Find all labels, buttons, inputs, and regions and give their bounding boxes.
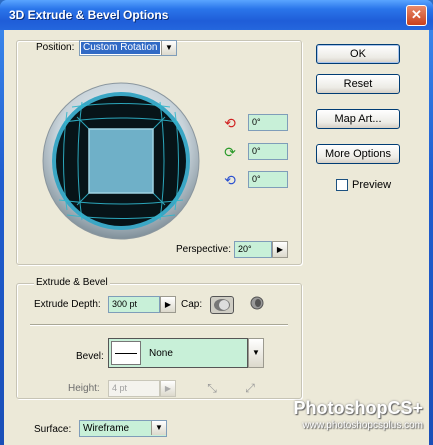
close-button[interactable]: ✕ bbox=[406, 5, 427, 26]
position-dropdown[interactable]: Custom Rotation ▼ bbox=[79, 40, 177, 56]
position-value: Custom Rotation bbox=[81, 42, 160, 54]
position-label: Position: bbox=[34, 42, 77, 53]
cap-off-icon[interactable] bbox=[247, 296, 267, 314]
extrude-depth-field[interactable]: 300 pt bbox=[108, 296, 160, 313]
preview-checkbox[interactable] bbox=[336, 179, 348, 191]
perspective-arrow-button[interactable]: ▶ bbox=[272, 241, 288, 258]
surface-value: Wireframe bbox=[83, 423, 130, 434]
reset-button[interactable]: Reset bbox=[316, 74, 400, 94]
bevel-value: None bbox=[149, 348, 173, 359]
divider bbox=[30, 324, 288, 325]
bevel-extent-out-icon[interactable]: ⤢ bbox=[240, 379, 260, 397]
y-axis-rotate-icon: ⟳ bbox=[224, 144, 236, 160]
bevel-preview-swatch bbox=[111, 341, 141, 365]
cube-front-face bbox=[88, 128, 154, 194]
bevel-dropdown-arrow[interactable]: ▼ bbox=[248, 338, 264, 368]
preview-label: Preview bbox=[352, 179, 392, 191]
chevron-down-icon: ▼ bbox=[151, 421, 166, 435]
watermark-brand: PhotoshopCS+ bbox=[293, 398, 424, 418]
chevron-down-icon: ▼ bbox=[161, 41, 176, 55]
x-angle-field[interactable]: 0° bbox=[248, 114, 288, 131]
z-axis-rotate-icon: ⟲ bbox=[224, 172, 236, 188]
surface-dropdown[interactable]: Wireframe ▼ bbox=[79, 420, 167, 437]
bevel-extent-in-icon[interactable]: ⤡ bbox=[202, 379, 222, 397]
title-bar[interactable]: 3D Extrude & Bevel Options ✕ bbox=[0, 0, 433, 30]
bevel-label: Bevel: bbox=[76, 351, 104, 362]
map-art-button[interactable]: Map Art... bbox=[316, 109, 400, 129]
cap-label: Cap: bbox=[181, 299, 203, 310]
more-options-button[interactable]: More Options bbox=[316, 144, 400, 164]
dialog-body: Position: Custom Rotation ▼ ⟲ 0° ⟳ 0° ⟲ … bbox=[4, 30, 429, 445]
perspective-field[interactable]: 20° bbox=[234, 241, 272, 258]
cap-on-icon[interactable] bbox=[210, 296, 234, 314]
track-cube-widget[interactable] bbox=[42, 82, 200, 240]
x-axis-rotate-icon: ⟲ bbox=[224, 115, 236, 131]
surface-label: Surface: bbox=[34, 424, 72, 435]
dialog-window: 3D Extrude & Bevel Options ✕ Position: C… bbox=[0, 0, 433, 445]
extrude-depth-label: Extrude Depth: bbox=[34, 299, 101, 310]
y-angle-field[interactable]: 0° bbox=[248, 143, 288, 160]
height-field[interactable]: 4 pt bbox=[108, 380, 160, 397]
bevel-dropdown[interactable]: None bbox=[108, 338, 248, 368]
ok-button[interactable]: OK bbox=[316, 44, 400, 64]
height-label: Height: bbox=[68, 383, 100, 394]
height-arrow-button[interactable]: ▶ bbox=[160, 380, 176, 397]
watermark-url: www.photoshopcsplus.com bbox=[302, 420, 423, 431]
extrude-bevel-label: Extrude & Bevel bbox=[34, 277, 110, 288]
extrude-depth-arrow-button[interactable]: ▶ bbox=[160, 296, 176, 313]
z-angle-field[interactable]: 0° bbox=[248, 171, 288, 188]
window-title: 3D Extrude & Bevel Options bbox=[9, 8, 169, 22]
perspective-label: Perspective: bbox=[176, 244, 232, 255]
